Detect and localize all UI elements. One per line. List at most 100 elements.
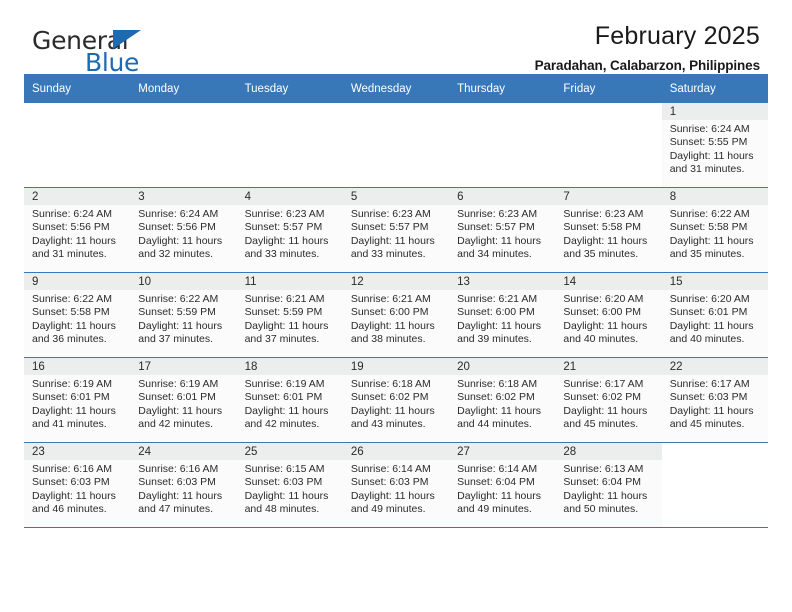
calendar-day-cell[interactable]: 13 Sunrise: 6:21 AM Sunset: 6:00 PM Dayligh…	[449, 272, 556, 358]
sunset-text: Sunset: 6:03 PM	[669, 391, 748, 404]
day-details: Sunrise: 6:19 AM Sunset: 6:01 PM Daylight:…	[130, 375, 237, 442]
day-details: Sunrise: 6:21 AM Sunset: 5:59 PM Daylight:…	[236, 290, 343, 357]
sunset-text: Sunset: 6:04 PM	[457, 476, 535, 489]
sunset-text: Sunset: 5:58 PM	[669, 221, 748, 234]
calendar-day-cell[interactable]: 17 Sunrise: 6:19 AM Sunset: 6:01 PM Dayligh…	[130, 357, 237, 443]
calendar-cell-empty	[236, 103, 343, 188]
day-number: 17	[130, 358, 237, 375]
day-number: 9	[24, 273, 131, 290]
calendar-day-cell[interactable]: 28 Sunrise: 6:13 AM Sunset: 6:04 PM Dayligh…	[555, 442, 662, 528]
sunset-text: Sunset: 5:57 PM	[244, 221, 323, 234]
calendar-day-cell[interactable]: 21 Sunrise: 6:17 AM Sunset: 6:02 PM Dayligh…	[555, 357, 662, 443]
day-details: Sunrise: 6:18 AM Sunset: 6:02 PM Daylight:…	[449, 375, 556, 442]
daylight-text-line2: and 45 minutes.	[563, 418, 639, 431]
calendar-day-cell[interactable]: 9 Sunrise: 6:22 AM Sunset: 5:58 PM Daylight…	[24, 272, 131, 358]
calendar-week-row: 23 Sunrise: 6:16 AM Sunset: 6:03 PM Dayligh…	[24, 442, 768, 528]
calendar-day-cell[interactable]: 22 Sunrise: 6:17 AM Sunset: 6:03 PM Dayligh…	[661, 357, 768, 443]
daylight-text-line1: Daylight: 11 hours	[244, 319, 329, 332]
calendar-day-cell[interactable]: 18 Sunrise: 6:19 AM Sunset: 6:01 PM Dayligh…	[236, 357, 343, 443]
day-details: Sunrise: 6:23 AM Sunset: 5:57 PM Daylight:…	[236, 205, 343, 272]
calendar-day-cell[interactable]: 20 Sunrise: 6:18 AM Sunset: 6:02 PM Dayligh…	[449, 357, 556, 443]
calendar-day-cell[interactable]: 25 Sunrise: 6:15 AM Sunset: 6:03 PM Dayligh…	[236, 442, 343, 528]
calendar-week-row: 9 Sunrise: 6:22 AM Sunset: 5:58 PM Daylight…	[24, 272, 768, 358]
daylight-text-line2: and 41 minutes.	[32, 418, 107, 431]
calendar-day-cell[interactable]: 4 Sunrise: 6:23 AM Sunset: 5:57 PM Daylight…	[236, 187, 343, 273]
sunset-text: Sunset: 6:02 PM	[563, 391, 642, 404]
daylight-text-line1: Daylight: 11 hours	[138, 319, 223, 332]
calendar-day-cell[interactable]: 26 Sunrise: 6:14 AM Sunset: 6:03 PM Dayligh…	[342, 442, 450, 528]
calendar-cell-inner: 26 Sunrise: 6:14 AM Sunset: 6:03 PM Dayligh…	[342, 443, 450, 527]
day-number: 15	[661, 273, 768, 290]
generalblue-logo[interactable]: General Blue	[32, 28, 262, 76]
calendar-cell-inner: 2 Sunrise: 6:24 AM Sunset: 5:56 PM Daylight…	[24, 188, 131, 272]
calendar-day-cell[interactable]: 16 Sunrise: 6:19 AM Sunset: 6:01 PM Dayligh…	[24, 357, 131, 443]
calendar-day-cell[interactable]: 23 Sunrise: 6:16 AM Sunset: 6:03 PM Dayligh…	[24, 442, 131, 528]
calendar-cell-inner	[237, 103, 343, 187]
day-number: 26	[342, 443, 450, 460]
daylight-text-line2: and 35 minutes.	[669, 248, 745, 261]
sunrise-text: Sunrise: 6:19 AM	[138, 378, 219, 390]
day-details: Sunrise: 6:14 AM Sunset: 6:03 PM Daylight:…	[342, 460, 450, 527]
calendar-week-row: 1 Sunrise: 6:24 AM Sunset: 5:55 PM Daylight…	[24, 103, 768, 188]
calendar-day-cell[interactable]: 12 Sunrise: 6:21 AM Sunset: 6:00 PM Dayligh…	[342, 272, 450, 358]
day-number: 27	[449, 443, 556, 460]
calendar-day-cell[interactable]: 2 Sunrise: 6:24 AM Sunset: 5:56 PM Daylight…	[24, 187, 131, 273]
calendar-cell-inner: 20 Sunrise: 6:18 AM Sunset: 6:02 PM Dayligh…	[449, 358, 556, 442]
weekday-header-monday: Monday	[130, 74, 237, 103]
page-title: February 2025	[594, 22, 760, 50]
calendar-day-cell[interactable]: 27 Sunrise: 6:14 AM Sunset: 6:04 PM Dayligh…	[449, 442, 556, 528]
sunrise-text: Sunrise: 6:14 AM	[457, 463, 538, 475]
daylight-text-line1: Daylight: 11 hours	[350, 319, 435, 332]
calendar-cell-empty	[555, 103, 662, 188]
daylight-text-line1: Daylight: 11 hours	[350, 404, 435, 417]
calendar-cell-inner	[555, 103, 661, 187]
calendar-day-cell[interactable]: 15 Sunrise: 6:20 AM Sunset: 6:01 PM Dayligh…	[661, 272, 768, 358]
calendar-cell-inner	[449, 103, 555, 187]
calendar-cell-inner: 18 Sunrise: 6:19 AM Sunset: 6:01 PM Dayligh…	[236, 358, 343, 442]
calendar-day-cell[interactable]: 7 Sunrise: 6:23 AM Sunset: 5:58 PM Daylight…	[555, 187, 662, 273]
daylight-text-line1: Daylight: 11 hours	[244, 234, 329, 247]
day-number: 7	[555, 188, 662, 205]
calendar-day-cell[interactable]: 8 Sunrise: 6:22 AM Sunset: 5:58 PM Daylight…	[661, 187, 768, 273]
day-number: 12	[342, 273, 450, 290]
day-details: Sunrise: 6:23 AM Sunset: 5:58 PM Daylight:…	[555, 205, 662, 272]
daylight-text-line1: Daylight: 11 hours	[563, 319, 648, 332]
calendar-cell-inner	[343, 103, 449, 187]
daylight-text-line2: and 43 minutes.	[350, 418, 426, 431]
daylight-text-line1: Daylight: 11 hours	[563, 234, 648, 247]
calendar-day-cell[interactable]: 24 Sunrise: 6:16 AM Sunset: 6:03 PM Dayligh…	[130, 442, 237, 528]
daylight-text-line2: and 40 minutes.	[669, 333, 745, 346]
sunrise-text: Sunrise: 6:13 AM	[563, 463, 644, 475]
calendar-day-cell[interactable]: 3 Sunrise: 6:24 AM Sunset: 5:56 PM Daylight…	[130, 187, 237, 273]
daylight-text-line1: Daylight: 11 hours	[669, 234, 754, 247]
daylight-text-line2: and 42 minutes.	[244, 418, 320, 431]
weekday-header-tuesday: Tuesday	[236, 74, 343, 103]
calendar-cell-inner: 25 Sunrise: 6:15 AM Sunset: 6:03 PM Dayligh…	[236, 443, 343, 527]
daylight-text-line1: Daylight: 11 hours	[457, 404, 541, 417]
calendar-day-cell[interactable]: 14 Sunrise: 6:20 AM Sunset: 6:00 PM Dayligh…	[555, 272, 662, 358]
calendar-cell-inner: 15 Sunrise: 6:20 AM Sunset: 6:01 PM Dayligh…	[661, 273, 768, 357]
sunset-text: Sunset: 5:55 PM	[669, 136, 748, 149]
calendar-day-cell[interactable]: 11 Sunrise: 6:21 AM Sunset: 5:59 PM Dayligh…	[236, 272, 343, 358]
day-details: Sunrise: 6:22 AM Sunset: 5:58 PM Daylight:…	[661, 205, 768, 272]
calendar-day-cell[interactable]: 19 Sunrise: 6:18 AM Sunset: 6:02 PM Dayligh…	[342, 357, 450, 443]
daylight-text-line2: and 34 minutes.	[457, 248, 532, 261]
daylight-text-line2: and 31 minutes.	[32, 248, 107, 261]
day-details: Sunrise: 6:18 AM Sunset: 6:02 PM Daylight:…	[342, 375, 450, 442]
sunrise-text: Sunrise: 6:24 AM	[32, 208, 112, 220]
logo-triangle-icon	[113, 30, 141, 49]
calendar-day-cell[interactable]: 5 Sunrise: 6:23 AM Sunset: 5:57 PM Daylight…	[342, 187, 450, 273]
day-number: 22	[661, 358, 768, 375]
calendar-day-cell[interactable]: 6 Sunrise: 6:23 AM Sunset: 5:57 PM Daylight…	[449, 187, 556, 273]
calendar-cell-inner: 12 Sunrise: 6:21 AM Sunset: 6:00 PM Dayligh…	[342, 273, 450, 357]
calendar-day-cell[interactable]: 10 Sunrise: 6:22 AM Sunset: 5:59 PM Dayligh…	[130, 272, 237, 358]
calendar-day-cell[interactable]: 1 Sunrise: 6:24 AM Sunset: 5:55 PM Daylight…	[661, 103, 768, 188]
daylight-text-line2: and 42 minutes.	[138, 418, 213, 431]
day-details: Sunrise: 6:19 AM Sunset: 6:01 PM Daylight:…	[24, 375, 131, 442]
daylight-text-line2: and 33 minutes.	[244, 248, 320, 261]
day-details: Sunrise: 6:23 AM Sunset: 5:57 PM Daylight:…	[449, 205, 556, 272]
daylight-text-line2: and 45 minutes.	[669, 418, 745, 431]
daylight-text-line2: and 46 minutes.	[32, 503, 107, 516]
day-details: Sunrise: 6:24 AM Sunset: 5:56 PM Daylight:…	[24, 205, 131, 272]
day-details: Sunrise: 6:16 AM Sunset: 6:03 PM Daylight:…	[24, 460, 131, 527]
